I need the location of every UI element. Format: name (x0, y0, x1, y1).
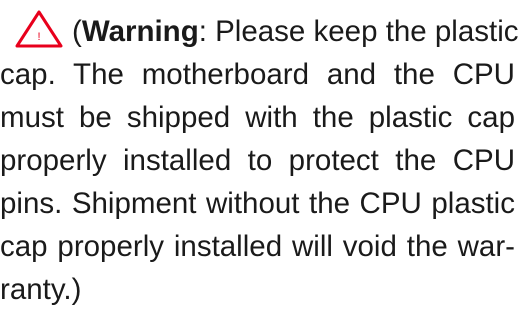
paragraph-line-6: cap properly installed will void the war… (0, 230, 515, 263)
paragraph-line-1: (Warning: Please keep the plastic (72, 8, 519, 56)
warning-glyph: ! (37, 31, 40, 43)
warning-paragraph: ! (Warning: Please keep the plastic cap.… (0, 0, 525, 307)
paragraph-line-2: cap. The motherboard and the CPU (0, 58, 515, 91)
open-paren: ( (72, 15, 82, 48)
warning-label: Warning (81, 15, 199, 48)
line-1-text: : Please keep the plastic (198, 15, 519, 48)
warning-triangle-icon: ! (14, 9, 64, 49)
paragraph-line-4: properly installed to protect the CPU (0, 144, 515, 177)
paragraph-line-5: pins. Shipment without the CPU plastic (0, 187, 515, 220)
paragraph-line-3: must be shipped with the plastic cap (0, 101, 515, 134)
